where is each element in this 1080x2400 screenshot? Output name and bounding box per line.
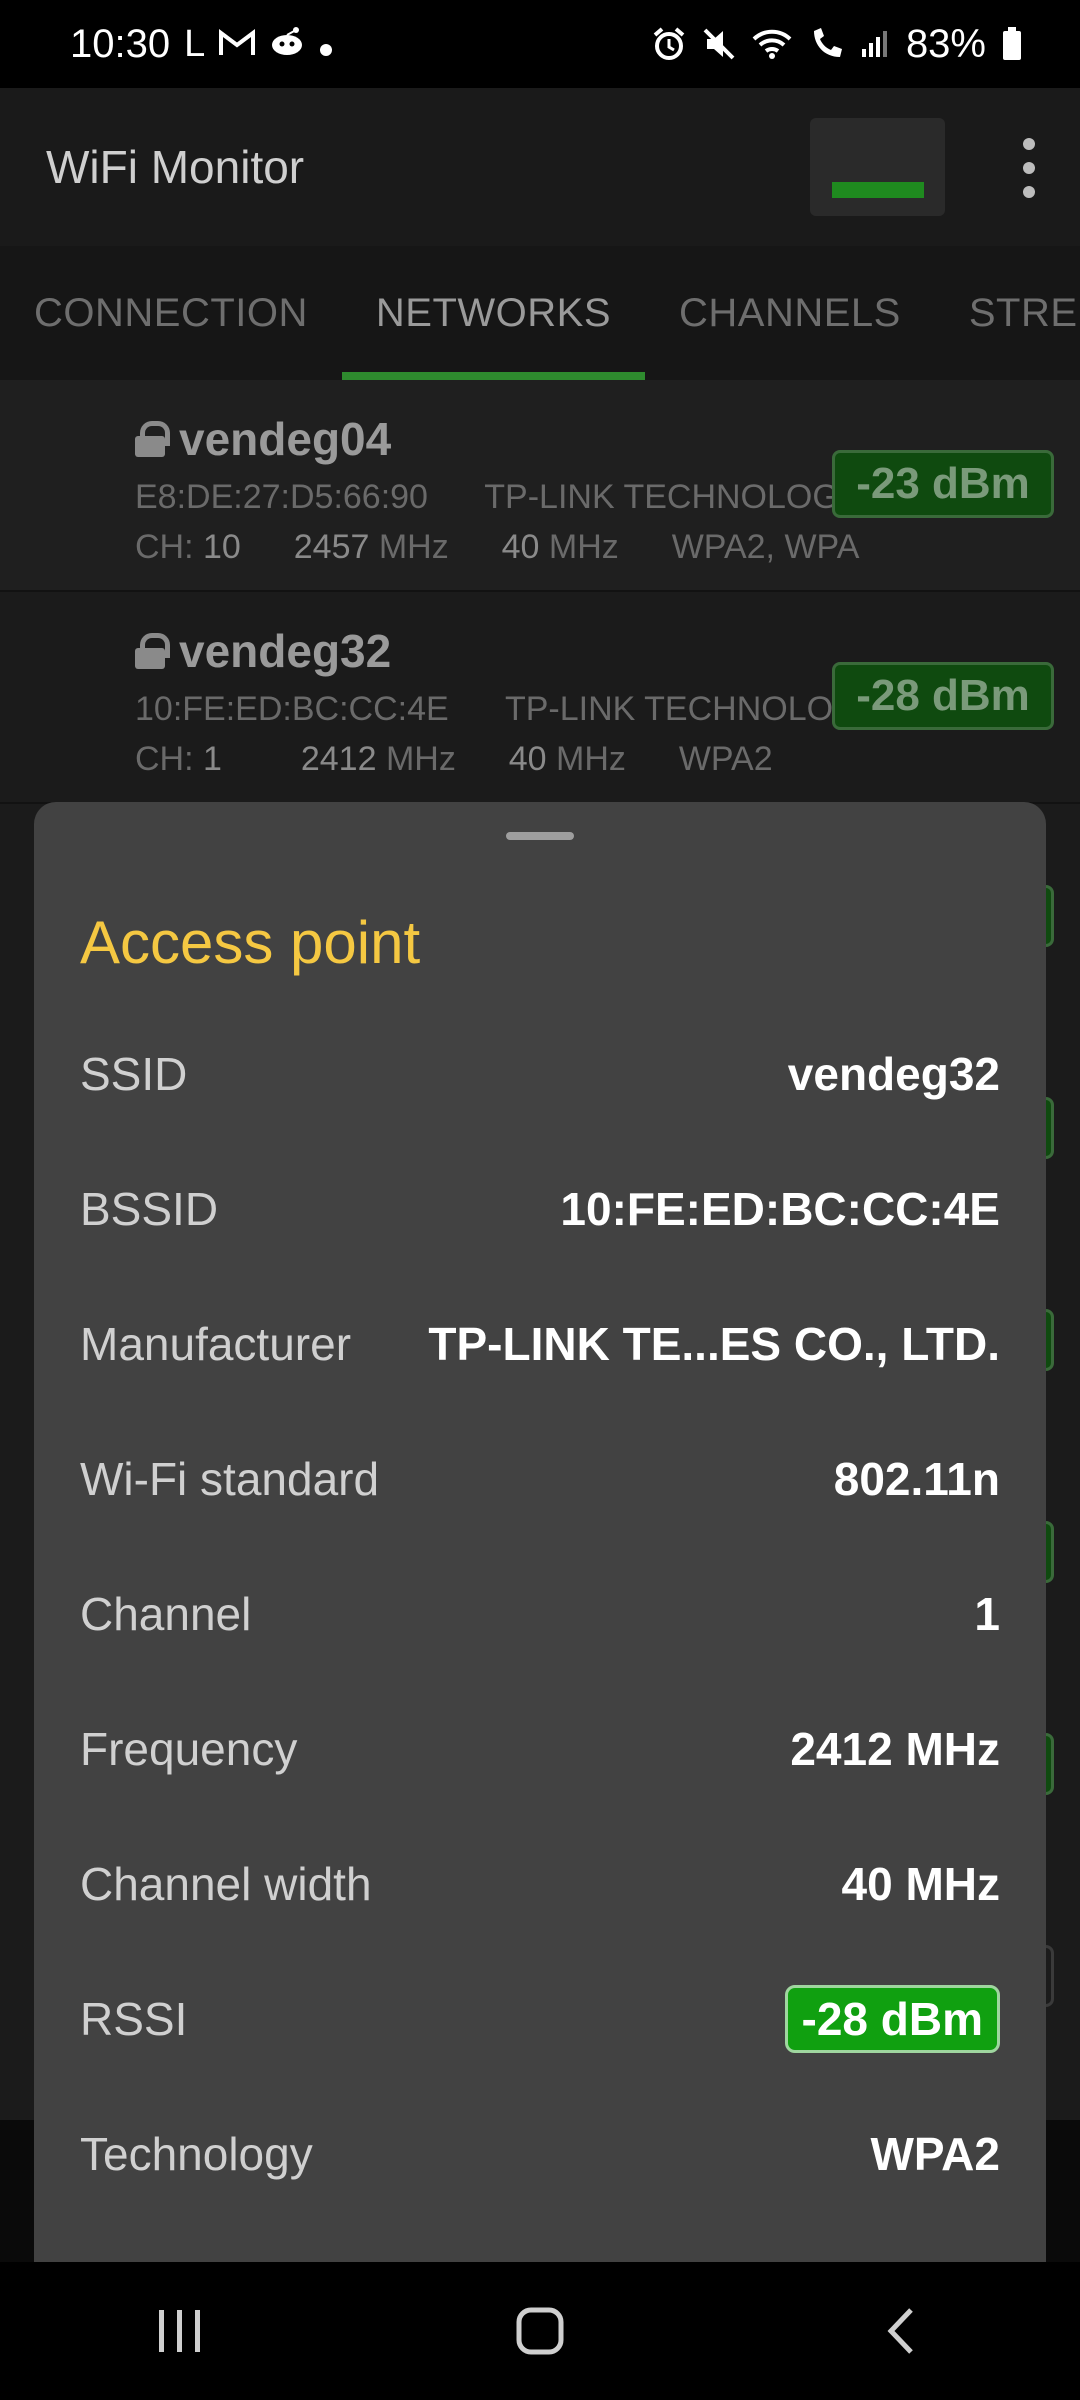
battery-icon xyxy=(1002,27,1022,61)
network-channel: 1 xyxy=(203,740,222,778)
network-width-unit: MHz xyxy=(548,528,619,566)
detail-value: vendeg32 xyxy=(787,1048,1000,1100)
detail-label: Technology xyxy=(80,2128,313,2180)
home-icon[interactable] xyxy=(480,2281,600,2381)
status-left: 10:30 L xyxy=(70,22,333,67)
clock: 10:30 xyxy=(70,21,171,66)
tab-strength[interactable]: STREN xyxy=(935,246,1080,380)
l-icon: L xyxy=(184,22,206,65)
sheet-drag-handle[interactable] xyxy=(506,832,574,840)
network-frequency: 2412 xyxy=(300,740,377,778)
network-ssid: vendeg04 xyxy=(179,413,392,465)
gmail-icon xyxy=(219,22,256,67)
network-security: WPA2, WPA xyxy=(671,528,860,566)
network-details-line1: 10:FE:ED:BC:CC:4E TP-LINK TECHNOLOGIE... xyxy=(135,690,920,729)
network-security: WPA2 xyxy=(678,740,773,778)
network-bssid: 10:FE:ED:BC:CC:4E xyxy=(135,690,449,728)
lock-icon xyxy=(135,633,170,669)
network-details-line2: CH: 10 2457 MHz 40 MHz WPA2, WPA xyxy=(135,528,859,567)
network-ch-label: CH: xyxy=(135,528,194,566)
network-frequency: 2457 xyxy=(293,528,370,566)
wifi-icon xyxy=(752,27,792,61)
rssi-badge: -28 dBm xyxy=(832,662,1054,730)
network-ssid: vendeg32 xyxy=(179,625,392,677)
status-right: 83% xyxy=(652,22,1022,67)
network-details-line1: E8:DE:27:D5:66:90 TP-LINK TECHNOLOGIE... xyxy=(135,478,899,517)
detail-label: BSSID xyxy=(80,1183,219,1235)
wifi-call-icon xyxy=(808,27,844,61)
status-bar: 10:30 L 83% xyxy=(0,0,1080,88)
dot-icon xyxy=(319,22,333,67)
network-bssid: E8:DE:27:D5:66:90 xyxy=(135,478,428,516)
app-title: WiFi Monitor xyxy=(46,141,305,193)
reddit-icon xyxy=(269,22,305,67)
system-nav-bar xyxy=(0,2262,1080,2400)
tab-bar: CONNECTION NETWORKS CHANNELS STREN xyxy=(0,246,1080,380)
app-bar: WiFi Monitor xyxy=(0,88,1080,246)
tab-connection[interactable]: CONNECTION xyxy=(0,246,342,380)
network-width: 40 xyxy=(501,528,540,566)
network-name: vendeg32 xyxy=(135,624,391,678)
back-icon[interactable] xyxy=(840,2281,960,2381)
network-width-unit: MHz xyxy=(556,740,626,778)
lock-icon xyxy=(135,421,170,457)
access-point-sheet: Access point SSID vendeg32 BSSID 10:FE:E… xyxy=(34,802,1046,2262)
detail-row-channel: Channel 1 xyxy=(80,1574,1000,1654)
network-name: vendeg04 xyxy=(135,412,391,466)
signal-icon xyxy=(860,29,890,59)
network-ch-label: CH: xyxy=(135,740,194,778)
detail-value: WPA2 xyxy=(870,2128,1001,2180)
list-item[interactable]: vendeg04 E8:DE:27:D5:66:90 TP-LINK TECHN… xyxy=(0,380,1080,592)
more-options-icon[interactable] xyxy=(1022,138,1036,198)
detail-row-rssi: RSSI -28 dBm xyxy=(80,1979,1000,2059)
network-frequency-unit: MHz xyxy=(385,740,456,778)
rssi-value-badge: -28 dBm xyxy=(784,1985,1000,2053)
tab-networks[interactable]: NETWORKS xyxy=(341,246,646,380)
detail-value: 10:FE:ED:BC:CC:4E xyxy=(560,1183,1000,1235)
alarm-icon xyxy=(652,27,686,61)
detail-row-wifi-standard: Wi-Fi standard 802.11n xyxy=(80,1439,1000,1519)
detail-row-technology: Technology WPA2 xyxy=(80,2114,1000,2194)
rssi-badge: -23 dBm xyxy=(832,450,1054,518)
detail-label: Manufacturer xyxy=(80,1318,352,1370)
detail-value: TP-LINK TE...ES CO., LTD. xyxy=(428,1318,1000,1370)
detail-label: Channel width xyxy=(80,1858,372,1910)
detail-row-frequency: Frequency 2412 MHz xyxy=(80,1709,1000,1789)
recents-icon[interactable] xyxy=(120,2281,240,2381)
signal-meter-bar xyxy=(832,182,924,198)
detail-label: RSSI xyxy=(80,1993,188,2045)
network-channel: 10 xyxy=(203,528,241,566)
detail-value: 40 MHz xyxy=(841,1858,1000,1910)
detail-row-channel-width: Channel width 40 MHz xyxy=(80,1844,1000,1924)
battery-text: 83% xyxy=(905,21,986,66)
detail-label: Wi-Fi standard xyxy=(80,1453,380,1505)
detail-row-ssid: SSID vendeg32 xyxy=(80,1034,1000,1114)
tab-channels[interactable]: CHANNELS xyxy=(645,246,935,380)
signal-meter-button[interactable] xyxy=(810,118,945,216)
mute-icon xyxy=(702,27,736,61)
detail-row-manufacturer: Manufacturer TP-LINK TE...ES CO., LTD. xyxy=(80,1304,1000,1384)
detail-label: Channel xyxy=(80,1588,252,1640)
detail-row-bssid: BSSID 10:FE:ED:BC:CC:4E xyxy=(80,1169,1000,1249)
detail-label: SSID xyxy=(80,1048,188,1100)
detail-value: 2412 MHz xyxy=(790,1723,1000,1775)
network-details-line2: CH: 1 2412 MHz 40 MHz WPA2 xyxy=(135,740,773,779)
detail-value: 1 xyxy=(974,1588,1000,1640)
list-item[interactable]: vendeg32 10:FE:ED:BC:CC:4E TP-LINK TECHN… xyxy=(0,592,1080,804)
detail-value: 802.11n xyxy=(833,1453,1000,1505)
detail-label: Frequency xyxy=(80,1723,298,1775)
network-width: 40 xyxy=(508,740,547,778)
sheet-title: Access point xyxy=(80,909,421,976)
network-frequency-unit: MHz xyxy=(378,528,449,566)
